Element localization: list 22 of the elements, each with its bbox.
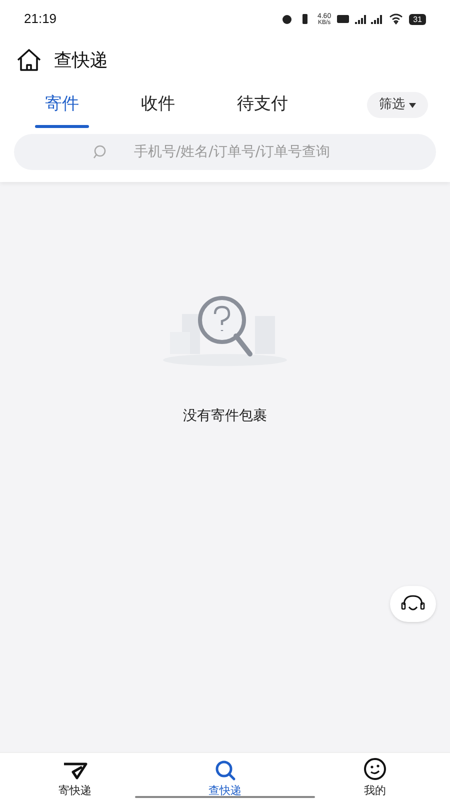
wifi-icon [389,13,404,25]
empty-message: 没有寄件包裹 [183,407,267,426]
home-icon[interactable] [16,48,42,72]
search-icon [214,758,236,780]
send-icon [62,760,88,780]
tab[interactable]: 收件 [131,82,185,128]
search-field[interactable]: 手机号/姓名/订单号/订单号查询 [14,134,436,170]
signal-icon [337,13,384,25]
nav-tab[interactable]: 查快递 [150,753,300,800]
nav-tab[interactable]: 寄快递 [0,753,150,800]
tab[interactable]: 寄件 [35,82,89,128]
page-title: 查快递 [54,48,108,72]
battery-indicator: 31 [409,14,426,24]
tab-underline [35,125,89,128]
support-button[interactable] [390,586,436,622]
filter-button[interactable]: 筛选 [367,92,428,118]
status-time: 21:19 [24,10,57,28]
nav-tab[interactable]: 我的 [300,753,450,800]
smiley-icon [363,756,387,780]
tab[interactable]: 待支付 [227,82,298,128]
search-icon [92,144,108,160]
caret-icon [409,102,416,108]
